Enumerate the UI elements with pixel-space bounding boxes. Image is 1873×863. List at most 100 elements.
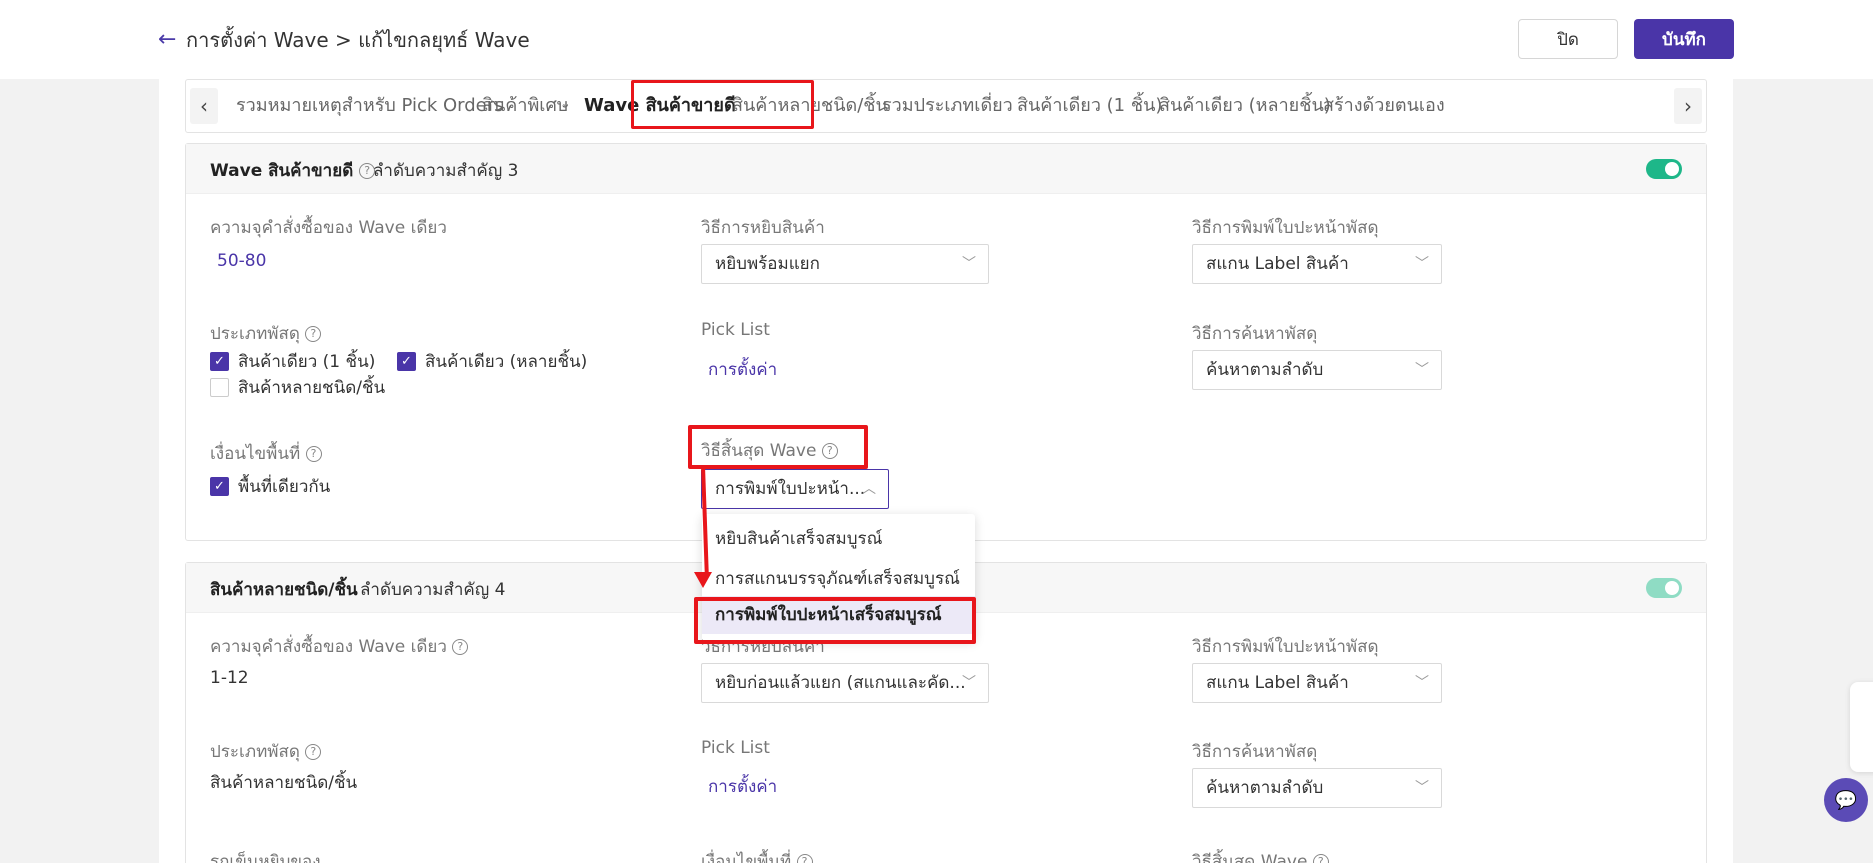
capacity-label-text: ความจุคำสั่งซื้อของ Wave เดียว bbox=[210, 637, 447, 657]
dropdown-option-scan-complete[interactable]: การสแกนบรรจุภัณฑ์เสร็จสมบูรณ์ bbox=[715, 565, 960, 592]
area-condition-label-text: เงื่อนไขพื้นที่ bbox=[701, 852, 792, 863]
area-condition-label: เงื่อนไขพื้นที่ ? bbox=[210, 440, 322, 467]
end-method-label-text: วิธีสิ้นสุด Wave bbox=[701, 441, 817, 461]
checkbox-empty-icon bbox=[210, 378, 229, 397]
parcel-type-checkbox-multi-item[interactable]: สินค้าหลายชนิด/ชิ้น bbox=[210, 374, 385, 401]
end-method-dropdown: หยิบสินค้าเสร็จสมบูรณ์ การสแกนบรรจุภัณฑ์… bbox=[702, 514, 975, 641]
capacity-label: ความจุคำสั่งซื้อของ Wave เดียว ? bbox=[210, 633, 469, 660]
pick-list-settings-link[interactable]: การตั้งค่า bbox=[708, 773, 777, 800]
tab-combined-single[interactable]: รวมประเภทเดี่ยว bbox=[882, 80, 1013, 132]
print-method-label: วิธีการพิมพ์ใบปะหน้าพัสดุ bbox=[1192, 637, 1379, 657]
chevron-down-icon: ﹀ bbox=[1415, 362, 1429, 378]
pick-method-value: หยิบก่อนแล้วแยก (สแกนและคัด... bbox=[715, 673, 966, 693]
breadcrumb: การตั้งค่า Wave > แก้ไขกลยุทธ์ Wave bbox=[186, 28, 530, 52]
pick-list-settings-link[interactable]: การตั้งค่า bbox=[708, 356, 777, 383]
chevron-up-icon: ︿ bbox=[862, 481, 876, 497]
help-icon[interactable]: ? bbox=[1312, 854, 1329, 863]
search-method-label: วิธีการค้นหาพัสดุ bbox=[1192, 324, 1318, 344]
pick-list-label: Pick List bbox=[701, 320, 770, 340]
checkbox-label: พื้นที่เดียวกัน bbox=[238, 477, 331, 497]
pick-method-select[interactable]: หยิบพร้อมแยก ﹀ bbox=[701, 244, 989, 284]
print-method-select[interactable]: สแกน Label สินค้า ﹀ bbox=[1192, 663, 1442, 703]
search-method-value: ค้นหาตามลำดับ bbox=[1206, 360, 1324, 380]
pick-method-value: หยิบพร้อมแยก bbox=[715, 254, 820, 274]
print-method-select[interactable]: สแกน Label สินค้า ﹀ bbox=[1192, 244, 1442, 284]
help-icon[interactable]: ? bbox=[796, 854, 813, 863]
parcel-type-checkbox-single-multi[interactable]: ✓ สินค้าเดียว (หลายชิ้น) bbox=[397, 348, 587, 375]
tab-scroll-left-icon[interactable]: ‹ bbox=[190, 88, 218, 124]
tab-manual-create[interactable]: สร้างด้วยตนเอง bbox=[1323, 80, 1445, 132]
strategy-card-bestseller: Wave สินค้าขายดี ? ลำดับความสำคัญ 3 ความ… bbox=[185, 143, 1707, 541]
area-condition-label-text: เงื่อนไขพื้นที่ bbox=[210, 444, 301, 464]
dropdown-option-pick-complete[interactable]: หยิบสินค้าเสร็จสมบูรณ์ bbox=[715, 525, 882, 552]
main-panel: ‹ รวมหมายเหตุสำหรับ Pick Orders สินค้าพิ… bbox=[159, 79, 1733, 863]
priority-label: ลำดับความสำคัญ 3 bbox=[373, 161, 519, 181]
enable-toggle[interactable] bbox=[1646, 578, 1682, 598]
chevron-down-icon: ﹀ bbox=[962, 256, 976, 272]
card-header: Wave สินค้าขายดี ? ลำดับความสำคัญ 3 bbox=[186, 144, 1706, 194]
capacity-value: 50-80 bbox=[217, 251, 267, 271]
pick-list-label: Pick List bbox=[701, 738, 770, 758]
pick-method-select[interactable]: หยิบก่อนแล้วแยก (สแกนและคัด... ﹀ bbox=[701, 663, 989, 703]
print-method-value: สแกน Label สินค้า bbox=[1206, 673, 1349, 693]
cart-label: รถเข็นหยิบของ bbox=[210, 852, 321, 863]
end-method-label: วิธีสิ้นสุด Wave ? bbox=[701, 437, 838, 464]
card-title-text: สินค้าหลายชนิด/ชิ้น bbox=[210, 580, 358, 600]
help-icon[interactable]: ? bbox=[452, 639, 469, 655]
area-condition-label: เงื่อนไขพื้นที่ ? bbox=[701, 848, 813, 863]
dropdown-option-print-complete[interactable]: การพิมพ์ใบปะหน้าเสร็จสมบูรณ์ bbox=[702, 596, 975, 634]
enable-toggle[interactable] bbox=[1646, 159, 1682, 179]
help-icon[interactable]: ? bbox=[305, 446, 322, 462]
back-arrow-icon[interactable]: ← bbox=[158, 26, 176, 54]
checkbox-checked-icon: ✓ bbox=[210, 352, 229, 371]
priority-label: ลำดับความสำคัญ 4 bbox=[360, 580, 506, 600]
checkbox-label: สินค้าหลายชนิด/ชิ้น bbox=[238, 378, 386, 398]
end-method-value: การพิมพ์ใบปะหน้า... bbox=[715, 479, 866, 499]
parcel-type-checkbox-single-one[interactable]: ✓ สินค้าเดียว (1 ชิ้น) bbox=[210, 348, 375, 375]
print-method-label: วิธีการพิมพ์ใบปะหน้าพัสดุ bbox=[1192, 218, 1379, 238]
chevron-down-icon: ﹀ bbox=[1415, 256, 1429, 272]
checkbox-label: สินค้าเดียว (หลายชิ้น) bbox=[425, 352, 588, 372]
end-method-label-text: วิธีสิ้นสุด Wave bbox=[1192, 852, 1308, 863]
chevron-down-icon: ﹀ bbox=[1415, 780, 1429, 796]
checkbox-label: สินค้าเดียว (1 ชิ้น) bbox=[238, 352, 376, 372]
card-title-text: Wave สินค้าขายดี bbox=[210, 161, 354, 181]
print-method-value: สแกน Label สินค้า bbox=[1206, 254, 1349, 274]
chevron-down-icon: ﹀ bbox=[1415, 675, 1429, 691]
tab-scroll-right-icon[interactable]: › bbox=[1674, 88, 1702, 124]
help-icon[interactable]: ? bbox=[305, 326, 322, 342]
tab-special-products[interactable]: สินค้าพิเศษ bbox=[482, 80, 569, 132]
help-icon[interactable]: ? bbox=[305, 744, 322, 760]
tab-single-one-piece[interactable]: สินค้าเดียว (1 ชิ้น) bbox=[1017, 80, 1162, 132]
tab-single-multi-piece[interactable]: สินค้าเดียว (หลายชิ้น) bbox=[1159, 80, 1331, 132]
pick-method-label: วิธีการหยิบสินค้า bbox=[701, 218, 825, 238]
tab-bestseller-wave[interactable]: Wave สินค้าขายดี bbox=[584, 80, 736, 132]
help-icon[interactable]: ? bbox=[821, 443, 838, 459]
parcel-type-label: ประเภทพัสดุ ? bbox=[210, 738, 322, 765]
annotation-arrow-head bbox=[694, 572, 712, 588]
side-help-widget[interactable] bbox=[1850, 682, 1873, 772]
capacity-value: 1-12 bbox=[210, 668, 249, 688]
save-button[interactable]: บันทึก bbox=[1634, 19, 1734, 59]
parcel-type-label-text: ประเภทพัสดุ bbox=[210, 742, 300, 762]
search-method-value: ค้นหาตามลำดับ bbox=[1206, 778, 1324, 798]
tab-pick-orders-notes[interactable]: รวมหมายเหตุสำหรับ Pick Orders bbox=[236, 80, 504, 132]
search-method-select[interactable]: ค้นหาตามลำดับ ﹀ bbox=[1192, 768, 1442, 808]
top-bar: ← การตั้งค่า Wave > แก้ไขกลยุทธ์ Wave ปิ… bbox=[0, 0, 1873, 79]
tab-multi-item[interactable]: สินค้าหลายชนิด/ชิ้น bbox=[732, 80, 888, 132]
end-method-select[interactable]: การพิมพ์ใบปะหน้า... ︿ bbox=[701, 469, 889, 509]
parcel-type-label-text: ประเภทพัสดุ bbox=[210, 324, 300, 344]
card-title: Wave สินค้าขายดี ? bbox=[210, 157, 376, 184]
checkbox-checked-icon: ✓ bbox=[210, 477, 229, 496]
search-method-label: วิธีการค้นหาพัสดุ bbox=[1192, 742, 1318, 762]
parcel-type-label: ประเภทพัสดุ ? bbox=[210, 320, 322, 347]
strategy-tab-bar: ‹ รวมหมายเหตุสำหรับ Pick Orders สินค้าพิ… bbox=[185, 79, 1707, 133]
chat-icon[interactable]: 💬 bbox=[1824, 778, 1868, 822]
close-button[interactable]: ปิด bbox=[1518, 19, 1618, 59]
parcel-type-value: สินค้าหลายชนิด/ชิ้น bbox=[210, 773, 358, 793]
chevron-down-icon: ﹀ bbox=[962, 675, 976, 691]
end-method-label: วิธีสิ้นสุด Wave ? bbox=[1192, 848, 1329, 863]
checkbox-checked-icon: ✓ bbox=[397, 352, 416, 371]
search-method-select[interactable]: ค้นหาตามลำดับ ﹀ bbox=[1192, 350, 1442, 390]
same-area-checkbox[interactable]: ✓ พื้นที่เดียวกัน bbox=[210, 473, 330, 500]
